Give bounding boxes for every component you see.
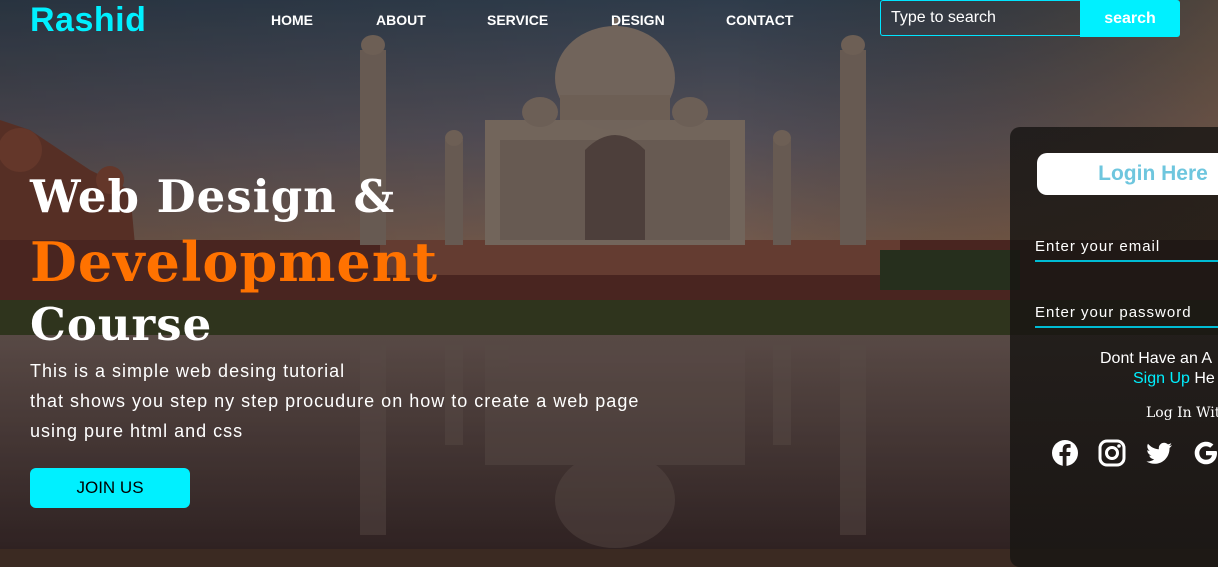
password-field[interactable] <box>1035 298 1218 328</box>
instagram-icon[interactable] <box>1098 439 1126 467</box>
hero-title-line3: Course <box>30 298 213 351</box>
search-input[interactable] <box>880 0 1080 36</box>
nav-contact[interactable]: CONTACT <box>726 12 793 28</box>
twitter-icon[interactable] <box>1145 439 1173 467</box>
signup-suffix: He <box>1189 370 1215 387</box>
signup-line: Sign Up He <box>1133 370 1215 388</box>
search-button[interactable]: search <box>1080 0 1180 37</box>
login-title: Login Here <box>1037 153 1218 195</box>
signup-link[interactable]: Sign Up <box>1133 370 1190 387</box>
google-icon[interactable] <box>1192 439 1218 467</box>
nav-about[interactable]: ABOUT <box>376 12 426 28</box>
hero-description-line: that shows you step ny step procudure on… <box>30 391 640 411</box>
hero-description: This is a simple web desing tutorial tha… <box>30 356 639 446</box>
hero-title-line2: Development <box>30 230 438 294</box>
login-card: Login Here Dont Have an A Sign Up He Log… <box>1010 127 1218 567</box>
login-with-label: Log In With <box>1146 405 1218 421</box>
email-field[interactable] <box>1035 232 1218 262</box>
nav-service[interactable]: SERVICE <box>487 12 548 28</box>
facebook-icon[interactable] <box>1051 439 1079 467</box>
hero-title-line1: Web Design & <box>30 170 396 223</box>
hero-description-line: using pure html and css <box>30 421 244 441</box>
hero-description-line: This is a simple web desing tutorial <box>30 361 346 381</box>
account-prompt: Dont Have an A <box>1100 350 1213 367</box>
nav-home[interactable]: HOME <box>271 12 313 28</box>
site-logo[interactable]: Rashid <box>30 0 146 40</box>
nav-design[interactable]: DESIGN <box>611 12 665 28</box>
join-us-button[interactable]: JOIN US <box>30 468 190 508</box>
